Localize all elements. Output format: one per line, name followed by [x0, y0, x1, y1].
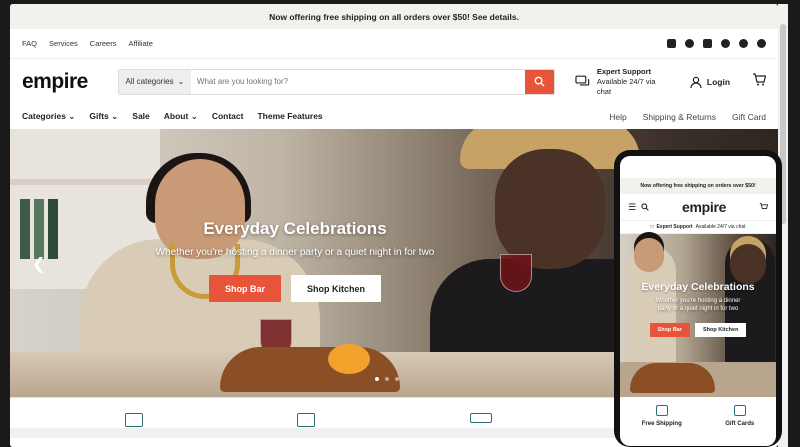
chat-icon	[575, 75, 590, 86]
search-icon	[534, 76, 545, 87]
site-header: empire All categories ⌄ Expert Support A…	[10, 59, 778, 104]
feature-label: Free Shipping	[641, 421, 682, 427]
nav-help[interactable]: Help	[609, 112, 626, 122]
feature-label: Gift Cards	[725, 421, 755, 427]
nav-shipping-returns[interactable]: Shipping & Returns	[643, 112, 716, 122]
nav-gift-card[interactable]: Gift Card	[732, 112, 766, 122]
hero-subtitle: Whether you're hosting a dinner party or…	[155, 247, 435, 258]
snapchat-icon[interactable]	[739, 39, 748, 48]
mobile-support-title: Expert Support	[656, 224, 693, 230]
slide-dot[interactable]	[385, 377, 389, 381]
category-select[interactable]: All categories ⌄	[118, 69, 191, 94]
slide-dots	[375, 377, 399, 381]
mobile-header: ☰ empire	[620, 194, 776, 220]
nav-theme-features[interactable]: Theme Features	[257, 111, 322, 122]
cart-button[interactable]	[752, 72, 767, 91]
utility-bar: FAQ Services Careers Affiliate	[10, 29, 778, 59]
search-button[interactable]	[525, 69, 555, 94]
social-links	[667, 39, 766, 48]
chat-icon: □	[650, 224, 654, 230]
nav-about[interactable]: About ⌄	[164, 111, 198, 122]
nav-gifts[interactable]: Gifts ⌄	[89, 111, 118, 122]
chevron-left-icon[interactable]: ❮	[32, 254, 45, 274]
hero-title: Everyday Celebrations	[203, 219, 387, 238]
instagram-icon[interactable]	[703, 39, 712, 48]
mobile-announcement[interactable]: Now offering free shipping on orders ove…	[620, 178, 776, 194]
hand-truck-icon	[125, 413, 143, 427]
announcement-text[interactable]: Now offering free shipping on all orders…	[269, 12, 519, 22]
support-title: Expert Support	[596, 66, 652, 76]
hand-truck-icon	[655, 405, 668, 416]
feature-gift-cards[interactable]: Gift Cards	[725, 405, 754, 427]
services-link[interactable]: Services	[49, 39, 78, 48]
main-nav: Categories ⌄ Gifts ⌄ Sale About ⌄ Contac…	[10, 104, 778, 129]
menu-icon[interactable]: ☰	[628, 202, 636, 213]
mobile-hero-subtitle: Whether you're hosting a dinner party or…	[655, 298, 741, 312]
hero-turkey	[220, 347, 400, 392]
shop-kitchen-button[interactable]: Shop Kitchen	[291, 275, 381, 302]
slide-dot[interactable]	[395, 377, 399, 381]
pinterest-icon[interactable]	[721, 39, 730, 48]
horizontal-scrollbar[interactable]	[10, 428, 620, 438]
cart-icon[interactable]	[759, 203, 768, 211]
mobile-preview: Now offering free shipping on orders ove…	[614, 150, 782, 447]
slide-dot[interactable]	[375, 377, 379, 381]
affiliate-link[interactable]: Affiliate	[128, 39, 152, 48]
mobile-support-subtitle: Available 24/7 via chat	[695, 224, 746, 230]
tiktok-icon[interactable]	[757, 39, 766, 48]
gift-card-icon	[733, 405, 746, 416]
nav-sale[interactable]: Sale	[132, 111, 150, 122]
hero-orange	[328, 344, 370, 374]
mobile-features: Free Shipping Gift Cards	[620, 397, 776, 427]
nav-contact[interactable]: Contact	[212, 111, 244, 122]
support-subtitle: Available 24/7 via chat	[596, 76, 656, 96]
category-select-label: All categories	[125, 77, 174, 86]
logo[interactable]: empire	[22, 70, 108, 94]
shop-bar-button[interactable]: Shop Bar	[208, 275, 281, 302]
mobile-shop-kitchen-button[interactable]: Shop Kitchen	[695, 323, 747, 337]
mobile-hero: Everyday Celebrations Whether you're hos…	[620, 234, 776, 397]
gift-card-icon	[297, 413, 315, 427]
search-input[interactable]	[190, 69, 526, 94]
careers-link[interactable]: Careers	[90, 39, 117, 48]
mobile-shop-bar-button[interactable]: Shop Bar	[649, 323, 690, 337]
search-bar: All categories ⌄	[117, 68, 556, 95]
mobile-hero-title: Everyday Celebrations	[641, 281, 755, 293]
mobile-support-bar[interactable]: □ Expert Support Available 24/7 via chat	[620, 220, 776, 234]
announcement-bar[interactable]: Now offering free shipping on all orders…	[10, 4, 778, 29]
expert-support[interactable]: Expert Support Available 24/7 via chat	[575, 67, 670, 97]
feature-free-shipping[interactable]: Free Shipping	[642, 405, 682, 427]
faq-link[interactable]: FAQ	[22, 39, 37, 48]
user-icon	[690, 76, 702, 88]
login-label: Login	[706, 76, 731, 87]
facebook-icon[interactable]	[685, 39, 694, 48]
chevron-down-icon: ⌄	[177, 77, 185, 86]
cart-icon	[753, 72, 767, 85]
email-icon[interactable]	[667, 39, 676, 48]
ruler-icon	[470, 413, 492, 423]
login-link[interactable]: Login	[690, 76, 730, 88]
search-icon[interactable]	[641, 203, 649, 211]
mobile-logo[interactable]: empire	[682, 199, 726, 215]
nav-categories[interactable]: Categories ⌄	[22, 111, 75, 122]
